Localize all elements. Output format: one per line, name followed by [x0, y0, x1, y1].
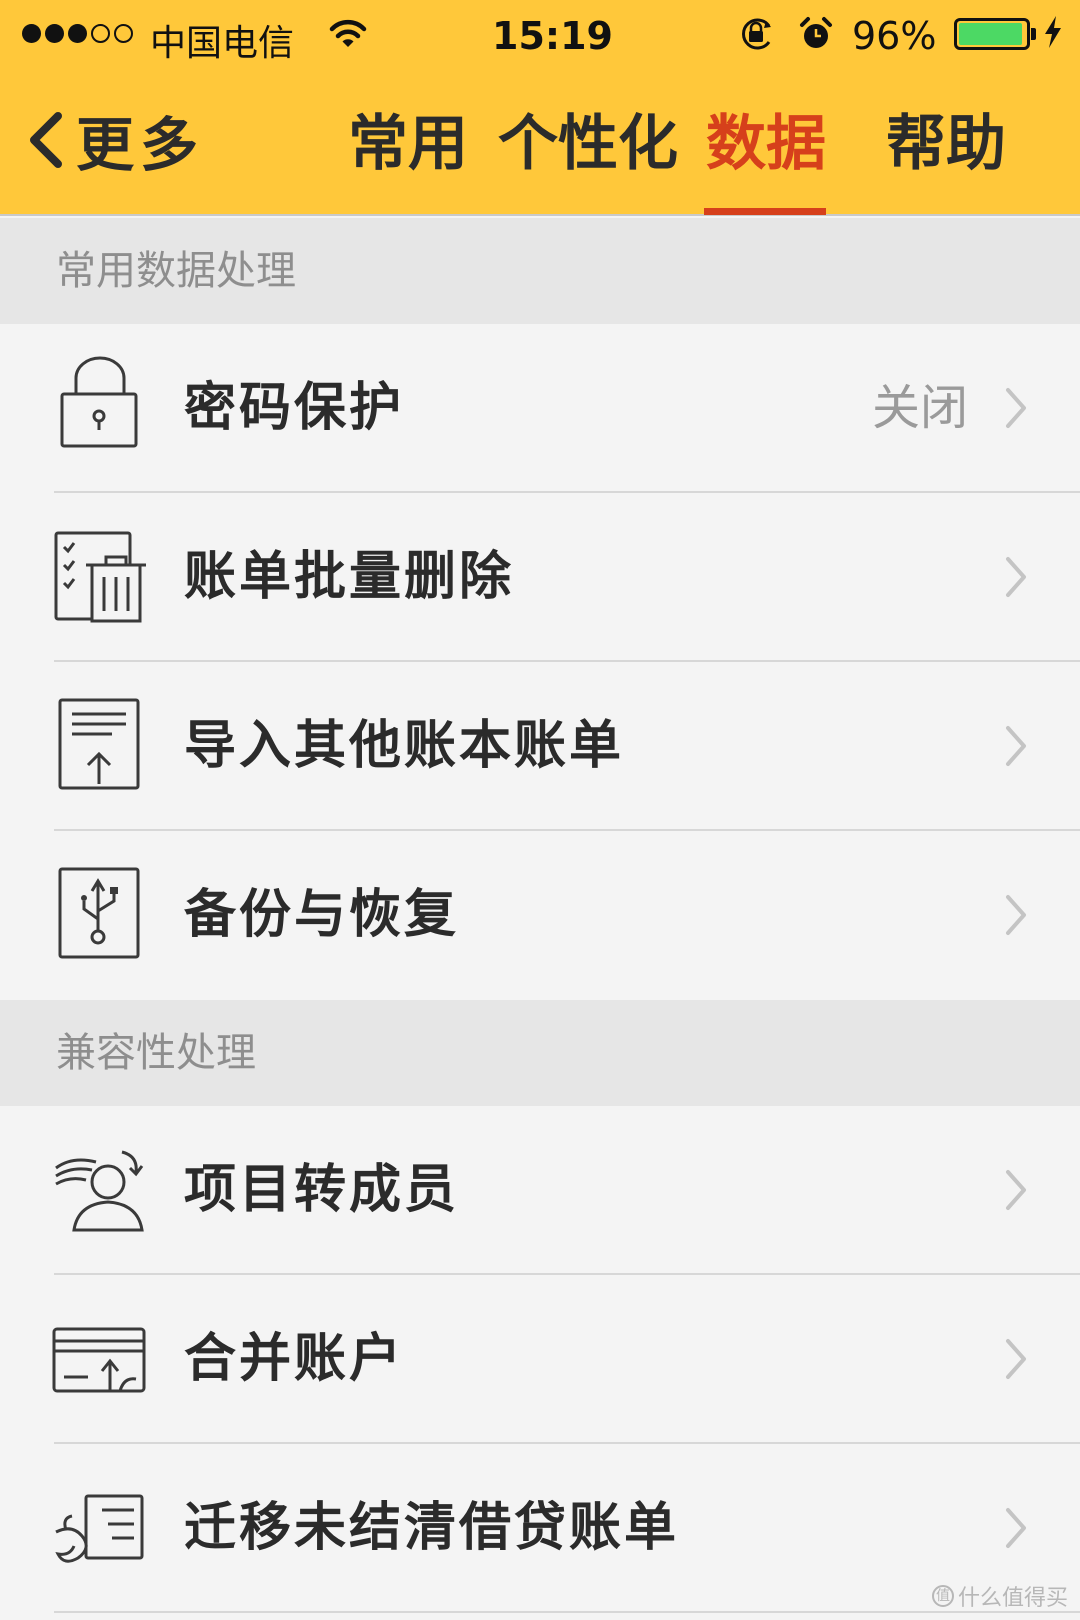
migrate-loan-icon	[55, 1494, 144, 1563]
battery-percent: 96%	[852, 14, 937, 58]
section-header-compatibility: 兼容性处理	[0, 1000, 1080, 1106]
carrier-name: 中国电信	[150, 23, 295, 64]
row-label: 备份与恢复	[184, 885, 460, 945]
row-batch-delete[interactable]: 账单批量删除	[0, 493, 1080, 662]
lock-icon	[60, 356, 138, 448]
project-to-member-icon	[55, 1150, 144, 1232]
tab-common[interactable]: 常用	[348, 104, 468, 184]
watermark-logo-icon: 值	[931, 1585, 954, 1607]
import-icon	[58, 698, 140, 790]
chevron-left-icon	[30, 112, 62, 168]
top-bar: 中国电信 15:19 96% 更多 常用 个性化 数据 帮助	[0, 0, 1080, 216]
row-label: 迁移未结清借贷账单	[184, 1498, 680, 1558]
batch-delete-icon	[54, 531, 146, 623]
row-label: 账单批量删除	[184, 547, 515, 607]
status-bar: 中国电信 15:19 96%	[0, 0, 1080, 72]
battery-icon	[954, 18, 1030, 50]
row-merge-accounts[interactable]: 合并账户	[0, 1275, 1080, 1444]
back-label: 更多	[76, 111, 205, 179]
row-divider	[54, 1611, 1080, 1613]
chevron-right-icon	[1006, 1508, 1026, 1548]
charging-bolt-icon	[1045, 16, 1061, 48]
wifi-icon	[329, 19, 367, 47]
clock: 15:19	[492, 14, 613, 58]
chevron-right-icon	[1006, 895, 1026, 935]
tab-help[interactable]: 帮助	[886, 104, 1006, 184]
chevron-right-icon	[1006, 388, 1026, 428]
active-tab-indicator	[704, 208, 826, 215]
signal-strength-icon	[22, 24, 133, 43]
row-migrate-unsettled-loans[interactable]: 迁移未结清借贷账单	[0, 1444, 1080, 1613]
usb-backup-icon	[58, 867, 140, 959]
row-label: 密码保护	[184, 378, 405, 438]
tab-personalize[interactable]: 个性化	[498, 104, 678, 184]
tab-data[interactable]: 数据	[706, 104, 826, 184]
row-label: 导入其他账本账单	[184, 716, 625, 776]
row-import-other-ledgers[interactable]: 导入其他账本账单	[0, 662, 1080, 831]
back-button[interactable]: 更多	[26, 100, 204, 180]
chevron-right-icon	[1006, 1170, 1026, 1210]
section-header-common-data: 常用数据处理	[0, 218, 1080, 324]
row-label: 项目转成员	[184, 1160, 460, 1220]
watermark: 值 什么值得买	[931, 1580, 1068, 1612]
row-project-to-member[interactable]: 项目转成员	[0, 1106, 1080, 1275]
alarm-icon	[800, 17, 832, 48]
chevron-right-icon	[1006, 1339, 1026, 1379]
row-value: 关闭	[871, 380, 968, 436]
battery-tip	[1031, 28, 1036, 40]
row-password-protection[interactable]: 密码保护 关闭	[0, 324, 1080, 493]
chevron-right-icon	[1006, 557, 1026, 597]
merge-account-icon	[52, 1327, 146, 1393]
chevron-right-icon	[1006, 726, 1026, 766]
watermark-text: 什么值得买	[957, 1586, 1068, 1611]
row-label: 合并账户	[184, 1329, 405, 1389]
rotation-lock-icon	[742, 18, 771, 50]
row-backup-restore[interactable]: 备份与恢复	[0, 831, 1080, 1000]
